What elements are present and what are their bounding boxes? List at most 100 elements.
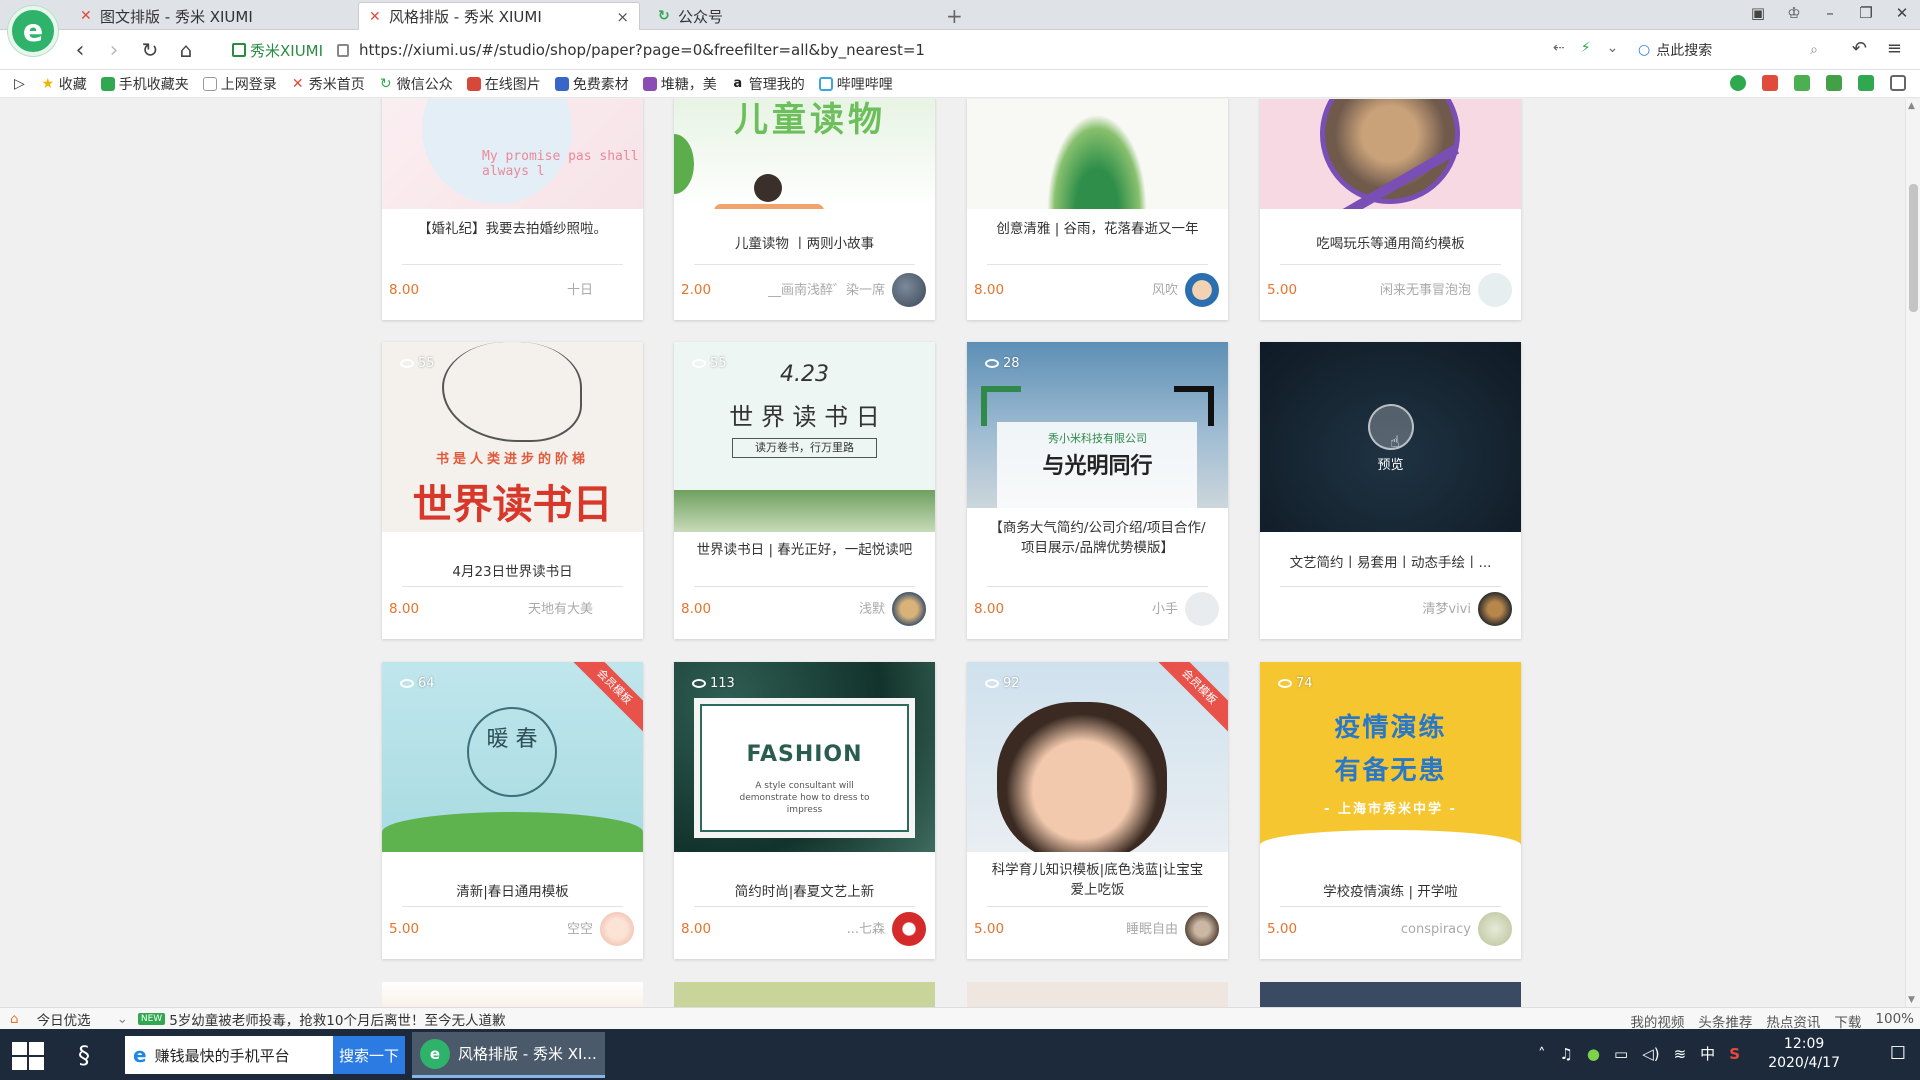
author-avatar[interactable]	[598, 910, 636, 948]
bookmark-label: 哔哩哔哩	[836, 76, 893, 93]
sidebar-toggle-icon[interactable]: ▷	[14, 76, 25, 92]
home-icon[interactable]: ⌂	[172, 38, 200, 62]
template-card-hovered[interactable]: 预览 ☝ 文艺简约丨易套用丨动态手绘丨... 清梦vivi	[1260, 342, 1521, 639]
template-card[interactable]: 儿童读物 儿童读物 丨两则小故事 2.00 __画南浅醉゛染一席	[674, 99, 935, 320]
grid-icon[interactable]	[1890, 75, 1906, 91]
card-price: 8.00	[389, 282, 420, 298]
wifi-icon[interactable]: ≋	[1674, 1045, 1687, 1063]
news-ticker[interactable]: 5岁幼童被老师投毒，抢救10个月后离世！至今无人道歉	[169, 1009, 505, 1029]
template-card[interactable]: 创意清雅 | 谷雨，花落春逝又一年 8.00 风吹	[967, 99, 1228, 320]
taskbar-search[interactable]: e 赚钱最快的手机平台 搜索一下	[125, 1036, 405, 1074]
template-card[interactable]: 吃喝玩乐等通用简约模板 5.00 闲来无事冒泡泡	[1260, 99, 1521, 320]
refresh-icon[interactable]: ↻	[136, 38, 164, 62]
taskview-icon[interactable]: §	[68, 1032, 100, 1078]
back-icon[interactable]: ‹	[66, 38, 94, 63]
daily-picks[interactable]: 今日优选	[37, 1009, 91, 1029]
bookmark-amazon[interactable]: a 管理我的	[731, 74, 804, 94]
share-icon[interactable]: ⇠	[1553, 40, 1565, 56]
extension-icon[interactable]	[1730, 75, 1746, 91]
tab-fengge[interactable]: ✕ 风格排版 - 秀米 XIUMI ×	[358, 2, 640, 30]
bookmark-bilibili[interactable]: 哔哩哔哩	[818, 74, 893, 94]
template-card[interactable]: 74 疫情演练 有备无患 - 上海市秀米中学 - 学校疫情演练 | 开学啦 5.…	[1260, 662, 1521, 959]
volume-icon[interactable]: ◁)	[1642, 1045, 1659, 1063]
search-icon[interactable]: ⌕	[1810, 42, 1818, 58]
divider	[402, 586, 623, 587]
taskbar-search-button[interactable]: 搜索一下	[333, 1036, 405, 1074]
tray-chevron-icon[interactable]: ˄	[1538, 1045, 1546, 1063]
author-avatar[interactable]	[1183, 590, 1221, 628]
minimize-button[interactable]: –	[1812, 4, 1848, 22]
battery-icon[interactable]: ▭	[1614, 1045, 1628, 1063]
author-avatar[interactable]	[1183, 910, 1221, 948]
author-avatar[interactable]	[890, 910, 928, 948]
bell-icon[interactable]: ♫	[1559, 1045, 1572, 1063]
notification-icon[interactable]: ☐	[1890, 1043, 1906, 1064]
bookmark-login[interactable]: 上网登录	[202, 74, 277, 94]
template-card-peek[interactable]	[967, 982, 1228, 1007]
scroll-up-icon[interactable]: ▲	[1908, 101, 1915, 111]
hot-news[interactable]: 热点资讯	[1766, 1011, 1820, 1031]
template-card[interactable]: 113 FASHION A style consultant will demo…	[674, 662, 935, 959]
template-card[interactable]: 55 书是人类进步的阶梯 世界读书日 4月23日世界读书日 8.00 天地有大美	[382, 342, 643, 639]
headline-recommend[interactable]: 头条推荐	[1698, 1011, 1752, 1031]
tab-tuwen[interactable]: ✕ 图文排版 - 秀米 XIUMI	[70, 2, 352, 30]
site-chip: 秀米XIUMI	[232, 40, 323, 61]
windows-start-icon[interactable]	[12, 1042, 44, 1070]
template-card-peek[interactable]	[1260, 982, 1521, 1007]
template-card-peek[interactable]	[382, 982, 643, 1007]
chevron-down-icon[interactable]: ⌄	[1607, 40, 1619, 56]
close-window-button[interactable]: ✕	[1884, 4, 1920, 22]
new-tab-button[interactable]: +	[946, 4, 963, 28]
bookmark-images[interactable]: 在线图片	[466, 74, 541, 94]
extension-icon[interactable]	[1762, 75, 1778, 91]
template-card[interactable]: 55 4.23 世 界 读 书 日 读万卷书，行万里路 世界读书日 | 春光正好…	[674, 342, 935, 639]
url-field[interactable]: 秀米XIUMI https://xiumi.us/#/studio/shop/p…	[232, 35, 1582, 65]
browser-logo-icon[interactable]: e	[8, 6, 58, 56]
menu-icon[interactable]: ≡	[1887, 38, 1902, 59]
author-avatar[interactable]	[1183, 271, 1221, 309]
clock[interactable]: 12:09 2020/4/17	[1768, 1035, 1840, 1073]
undo-icon[interactable]: ↶	[1852, 38, 1867, 59]
ime-indicator[interactable]: 中	[1700, 1043, 1715, 1064]
forward-icon[interactable]: ›	[100, 38, 128, 63]
lightning-icon[interactable]: ⚡	[1581, 40, 1591, 56]
template-card[interactable]: 64 会员模板 暖 春 清新|春日通用模板 5.00 空空	[382, 662, 643, 959]
card-author: 十日	[566, 283, 593, 298]
bookmark-duitang[interactable]: 堆糖，美	[642, 74, 717, 94]
search-box[interactable]: ○ 点此搜索 ⌕	[1638, 38, 1818, 62]
security-icon[interactable]: ●	[1587, 1045, 1600, 1063]
author-avatar[interactable]	[890, 590, 928, 628]
preview-label[interactable]: 预览	[1260, 454, 1521, 473]
bookmark-favorites[interactable]: ★ 收藏	[41, 74, 87, 94]
author-avatar[interactable]	[1476, 271, 1514, 309]
tab-count-icon[interactable]: ▣	[1740, 4, 1776, 22]
extension-icon[interactable]	[1826, 75, 1842, 91]
extension-icon[interactable]	[1794, 75, 1810, 91]
sogou-icon[interactable]: S	[1729, 1045, 1740, 1063]
template-card[interactable]: 92 会员模板 科学育儿知识模板|底色浅蓝|让宝宝爱上吃饭 5.00 睡眠自由	[967, 662, 1228, 959]
taskbar-app-browser[interactable]: e 风格排版 - 秀米 XI...	[412, 1032, 605, 1078]
my-videos[interactable]: 我的视频	[1630, 1011, 1684, 1031]
bookmark-xiumi[interactable]: ✕ 秀米首页	[291, 74, 365, 94]
vertical-scrollbar[interactable]: ▲ ▼	[1905, 99, 1920, 1007]
template-card-peek[interactable]	[674, 982, 935, 1007]
template-card[interactable]: 28 秀小米科技有限公司 与光明同行 【商务大气简约/公司介绍/项目合作/项目展…	[967, 342, 1228, 639]
view-count: 92	[985, 676, 1020, 691]
tab-gongzhonghao[interactable]: ↻ 公众号	[648, 2, 798, 30]
scroll-down-icon[interactable]: ▼	[1908, 995, 1915, 1005]
template-card[interactable]: My promise pas shall always l 【婚礼纪】我要去拍婚…	[382, 99, 643, 320]
author-avatar[interactable]	[1476, 910, 1514, 948]
scroll-thumb[interactable]	[1909, 184, 1918, 312]
restore-button[interactable]: ❐	[1848, 4, 1884, 22]
chevron-down-icon[interactable]: ⌄	[117, 1011, 128, 1027]
bookmark-materials[interactable]: 免费素材	[554, 74, 629, 94]
author-avatar[interactable]	[1476, 590, 1514, 628]
zoom-level[interactable]: 100%	[1875, 1011, 1914, 1031]
close-icon[interactable]: ×	[616, 8, 629, 26]
bookmark-mobile[interactable]: 手机收藏夹	[100, 74, 189, 94]
bookmark-wechat[interactable]: ↻ 微信公众	[379, 74, 453, 94]
download[interactable]: 下载	[1834, 1011, 1861, 1031]
author-avatar[interactable]	[890, 271, 928, 309]
extension-icon[interactable]	[1858, 75, 1874, 91]
shirt-icon[interactable]: ♔	[1776, 4, 1812, 22]
